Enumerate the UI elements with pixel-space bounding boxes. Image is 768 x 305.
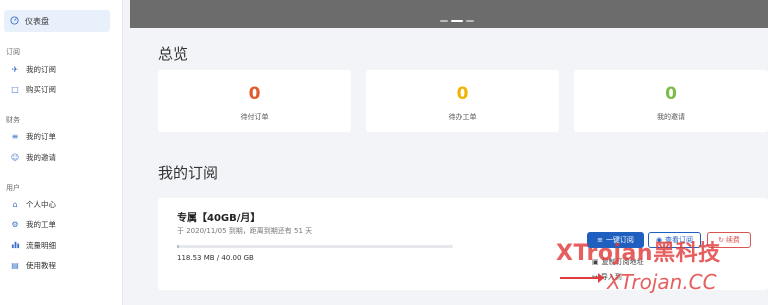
sidebar-item-label: 我的订阅 — [26, 64, 56, 74]
sidebar-item-label: 我的邀请 — [26, 152, 56, 162]
sidebar-group-user: 用户 — [6, 184, 20, 192]
sidebar-item-my-orders[interactable]: ≡ 我的订单 — [10, 129, 56, 143]
overview-title: 总览 — [158, 45, 189, 63]
usage-progress-fill — [177, 245, 179, 248]
carousel-dot[interactable] — [466, 20, 474, 22]
sidebar-item-label: 我的工单 — [26, 219, 56, 229]
sidebar-item-profile[interactable]: ⌂ 个人中心 — [10, 197, 56, 211]
watermark-url: XTrojan.CC — [607, 270, 717, 294]
watermark-arrow-icon — [560, 273, 604, 283]
button-label: 续费 — [725, 236, 740, 244]
book-icon: ▤ — [11, 260, 19, 270]
carousel-indicators[interactable] — [440, 20, 474, 22]
usage-text: 118.53 MB / 40.00 GB — [177, 254, 254, 262]
stat-value: 0 — [456, 84, 469, 104]
sidebar-item-label: 仪表盘 — [25, 16, 49, 26]
bar-chart-icon — [10, 240, 20, 251]
gear-icon: ⚙ — [11, 219, 19, 229]
sidebar-item-buy-subscription[interactable]: □ 购买订阅 — [10, 82, 56, 96]
sidebar-item-traffic[interactable]: 流量明细 — [10, 238, 56, 252]
sidebar-item-tutorial[interactable]: ▤ 使用教程 — [10, 258, 56, 272]
sidebar-item-dashboard[interactable]: 仪表盘 — [4, 10, 110, 32]
sidebar-item-tickets[interactable]: ⚙ 我的工单 — [10, 217, 56, 231]
subscription-title: 我的订阅 — [158, 164, 219, 182]
banner-carousel[interactable] — [130, 0, 768, 28]
expiry-text: 于 2020/11/05 到期，距离到期还有 51 天 — [177, 227, 313, 235]
stat-card-pending-tickets[interactable]: 0 待办工单 — [366, 70, 559, 132]
usage-progress-bar — [177, 245, 453, 248]
stat-label: 待付订单 — [240, 113, 269, 121]
sidebar-item-label: 使用教程 — [26, 260, 56, 270]
stat-label: 我的邀请 — [657, 113, 685, 121]
stat-label: 待办工单 — [448, 113, 477, 121]
sidebar-item-label: 个人中心 — [26, 199, 56, 209]
stat-value: 0 — [665, 84, 677, 104]
carousel-dot[interactable] — [440, 20, 448, 22]
user-icon: ⌂ — [12, 199, 18, 209]
list-icon: ≡ — [11, 131, 19, 141]
sidebar-item-my-invites[interactable]: ☺ 我的邀请 — [10, 150, 56, 164]
carousel-dot[interactable] — [451, 20, 463, 22]
stat-card-pending-orders[interactable]: 0 待付订单 — [158, 70, 351, 132]
sidebar-group-subscription: 订阅 — [6, 48, 20, 56]
sidebar: 仪表盘 订阅 ✈ 我的订阅 □ 购买订阅 财务 ≡ 我的订单 ☺ 我的邀请 用户… — [0, 0, 123, 305]
cart-icon: □ — [11, 84, 19, 94]
rocket-icon: ✈ — [11, 64, 19, 74]
sidebar-item-my-subscription[interactable]: ✈ 我的订阅 — [10, 62, 56, 76]
invite-icon: ☺ — [10, 152, 20, 162]
sidebar-item-label: 购买订阅 — [26, 84, 56, 94]
dashboard-icon — [10, 15, 19, 27]
sidebar-group-finance: 财务 — [6, 116, 20, 124]
stat-value: 0 — [248, 84, 261, 104]
plan-name: 专属【40GB/月】 — [177, 213, 261, 224]
stat-card-my-invites[interactable]: 0 我的邀请 — [574, 70, 768, 132]
watermark-brand: XTrojan黑科技 — [556, 241, 721, 266]
sidebar-item-label: 我的订单 — [26, 131, 56, 141]
sidebar-item-label: 流量明细 — [26, 240, 56, 250]
